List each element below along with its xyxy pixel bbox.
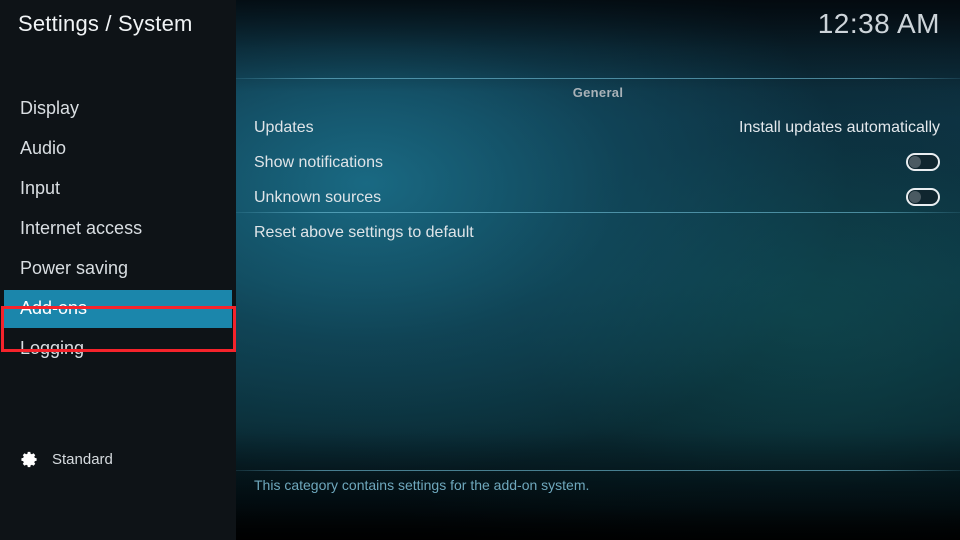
sidebar-item-label: Add-ons [20,298,88,318]
sidebar-menu: Display Audio Input Internet access Powe… [0,88,236,368]
setting-label: Show notifications [254,154,383,171]
sidebar-item-audio[interactable]: Audio [0,128,236,168]
toggle-knob [909,191,921,203]
settings-group-header: General [572,85,624,100]
setting-row-unknown-sources[interactable]: Unknown sources [236,180,960,215]
page-title: Settings / System [18,11,193,36]
sidebar-item-logging[interactable]: Logging [0,328,236,368]
sidebar-item-display[interactable]: Display [0,88,236,128]
sidebar-item-label: Power saving [20,258,129,278]
divider-top [236,78,960,79]
sidebar-item-power-saving[interactable]: Power saving [0,248,236,288]
settings-list: Updates Install updates automatically Sh… [236,110,960,215]
sidebar: Settings / System Display Audio Input In… [0,0,236,540]
setting-label: Unknown sources [254,189,382,206]
profile-level-label: Standard [52,451,113,468]
sidebar-item-label: Input [20,178,61,198]
unknown-sources-toggle[interactable] [906,188,940,206]
toggle-knob [909,156,921,168]
show-notifications-toggle[interactable] [906,153,940,171]
clock: 12:38 AM [817,8,940,39]
sidebar-item-label: Audio [20,138,67,158]
setting-row-reset-defaults[interactable]: Reset above settings to default [236,219,960,247]
sidebar-item-label: Display [20,98,80,118]
setting-row-updates[interactable]: Updates Install updates automatically [236,110,960,145]
kodi-settings-system-screen: Settings / System Display Audio Input In… [0,0,960,540]
setting-row-show-notifications[interactable]: Show notifications [236,145,960,180]
divider-middle [236,212,960,213]
sidebar-item-add-ons[interactable]: Add-ons [0,288,236,328]
reset-label: Reset above settings to default [254,224,474,241]
sidebar-item-input[interactable]: Input [0,168,236,208]
category-description: This category contains settings for the … [254,477,590,493]
setting-label: Updates [254,119,314,136]
divider-bottom [236,470,960,471]
setting-value: Install updates automatically [739,119,940,136]
main-content: 12:38 AM General Updates Install updates… [236,0,960,540]
gear-icon [20,450,39,469]
sidebar-item-label: Logging [20,338,85,358]
sidebar-item-label: Internet access [20,218,143,238]
profile-level-selector[interactable]: Standard [20,450,113,469]
sidebar-item-internet-access[interactable]: Internet access [0,208,236,248]
